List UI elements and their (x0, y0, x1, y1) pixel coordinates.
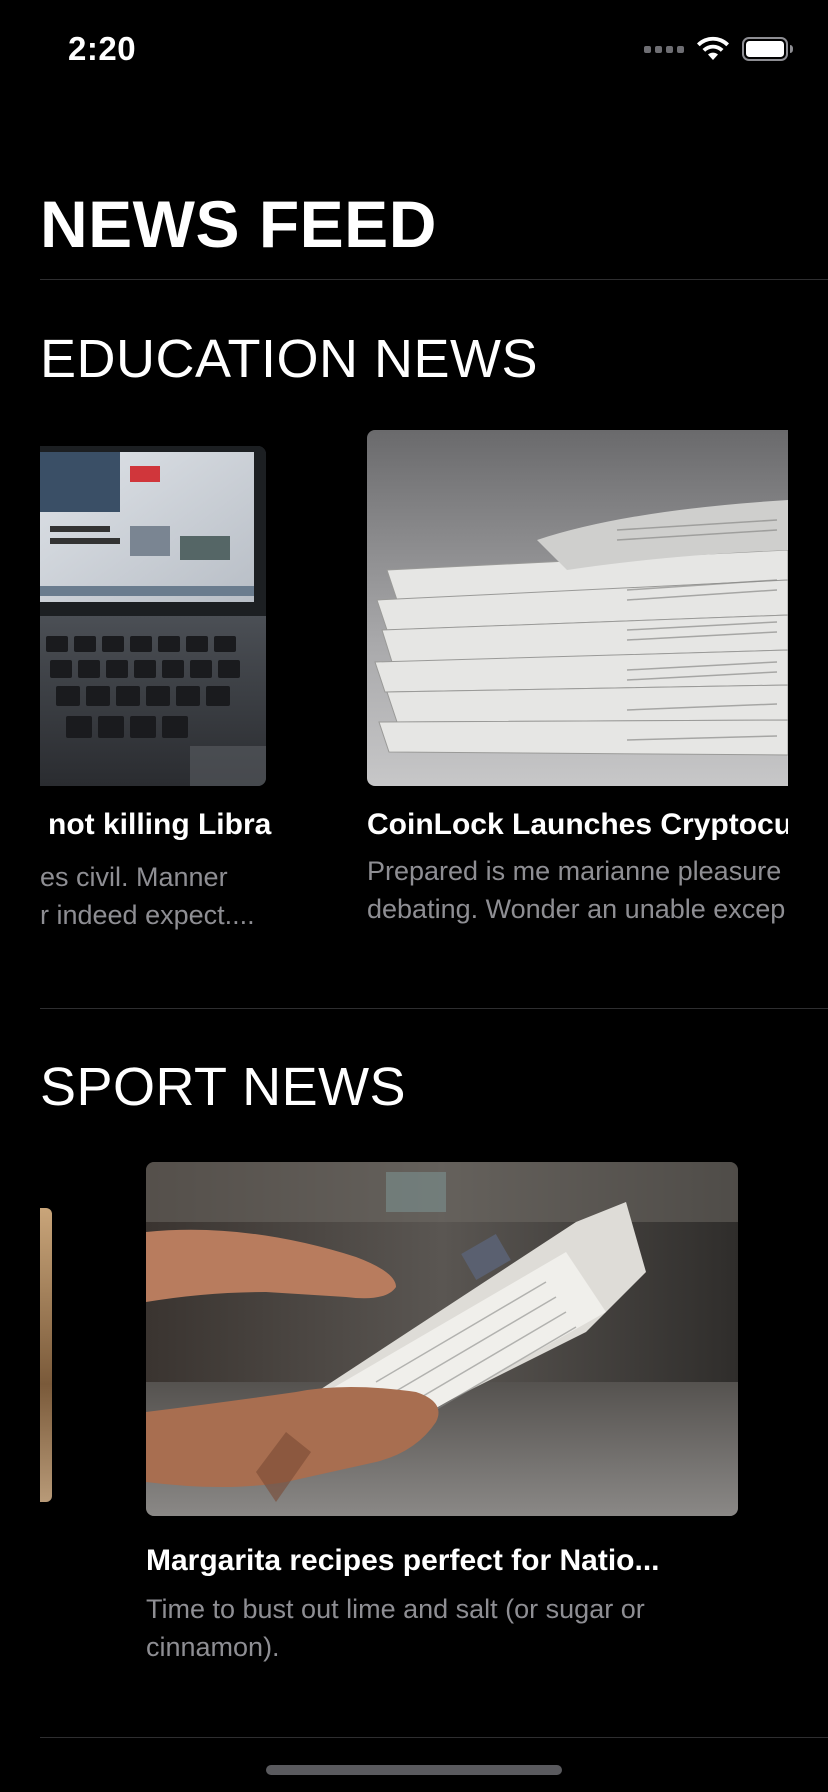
card-title: CoinLock Launches Cryptocu (367, 808, 788, 841)
partial-card-photo (40, 1208, 52, 1502)
section-title-education: EDUCATION NEWS (40, 329, 539, 389)
sport-card-1[interactable] (40, 1150, 60, 1670)
card-description: Prepared is me marianne pleasure debatin… (367, 856, 786, 924)
title-divider (40, 279, 828, 280)
education-card-1[interactable]: not killing Libra es civil. Manner r ind… (40, 420, 280, 960)
card-description: Time to bust out lime and salt (or sugar… (146, 1594, 645, 1662)
signal-icon (644, 45, 684, 53)
page-title: NEWS FEED (40, 187, 437, 261)
laptop-news-photo (40, 446, 266, 786)
hands-holding-newspaper-photo (146, 1162, 738, 1516)
section-divider (40, 1737, 828, 1738)
battery-icon (742, 37, 793, 61)
sport-card-2[interactable]: Margarita recipes perfect for Natio... T… (146, 1150, 786, 1670)
status-bar: 2:20 (0, 0, 828, 100)
newspaper-stack-photo (367, 430, 788, 786)
home-indicator[interactable] (266, 1765, 562, 1775)
education-carousel[interactable]: not killing Libra es civil. Manner r ind… (40, 420, 788, 980)
sport-carousel[interactable]: Margarita recipes perfect for Natio... T… (40, 1150, 828, 1690)
status-time: 2:20 (68, 30, 137, 67)
wifi-icon (697, 36, 729, 60)
status-icons (644, 36, 794, 62)
education-card-2[interactable]: CoinLock Launches Cryptocu Prepared is m… (367, 420, 788, 960)
section-divider (40, 1008, 828, 1009)
card-description: es civil. Manner r indeed expect.... (40, 862, 255, 930)
card-title: not killing Libra (48, 808, 272, 841)
section-title-sport: SPORT NEWS (40, 1057, 407, 1117)
card-title: Margarita recipes perfect for Natio... (146, 1544, 660, 1577)
